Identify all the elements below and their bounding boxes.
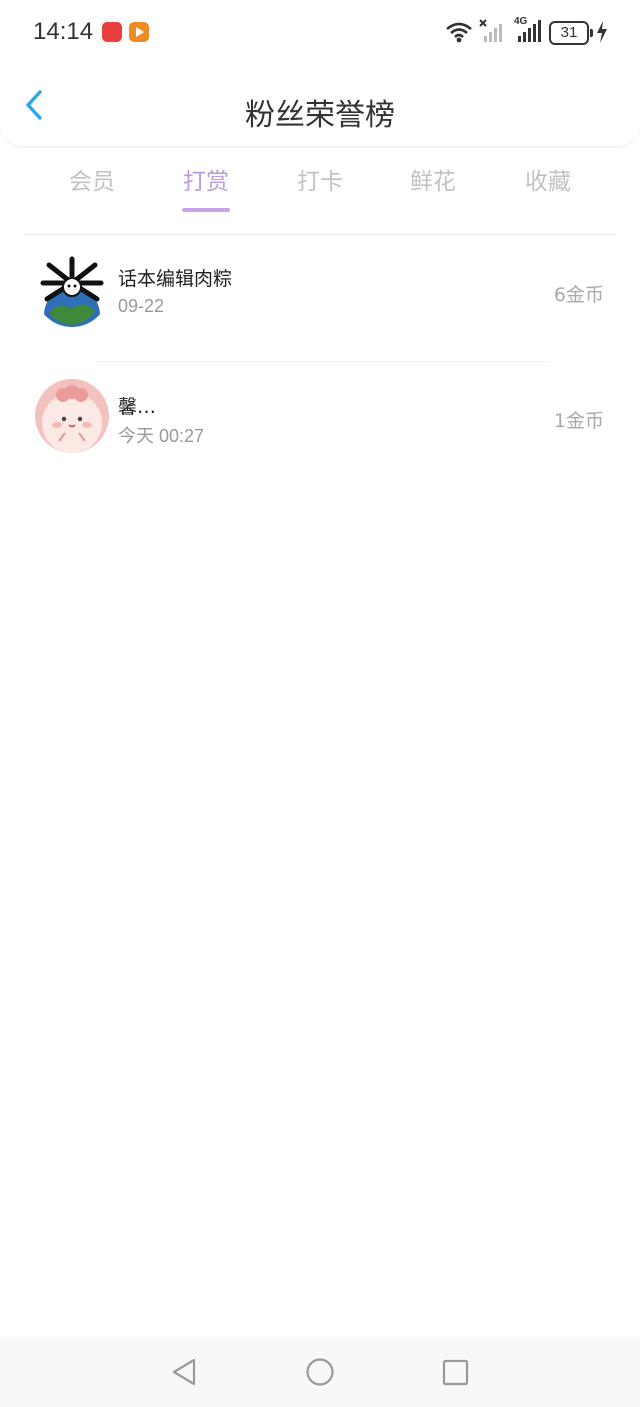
tab-favorites[interactable]: 收藏 [491,160,605,214]
status-time: 14:14 [33,18,94,45]
coin-amount: 6金币 [553,284,604,306]
username: 馨… [118,396,157,418]
video-app-icon [129,22,149,42]
username: 话本编辑肉粽 [118,268,233,290]
active-tab-indicator [182,208,230,212]
page-title: 粉丝荣誉榜 [245,98,395,133]
list-item[interactable]: 话本编辑肉粽 09-22 6金币 [0,236,640,362]
signal-sim1-icon [479,19,502,42]
home-circle-icon[interactable] [305,1357,335,1387]
signal-sim2-icon [518,20,541,42]
tab-reward[interactable]: 打赏 [149,160,263,214]
battery-indicator: 31 [549,21,593,45]
list-item[interactable]: 馨… 今天 00:27 1金币 [0,362,640,488]
shopping-app-icon [102,22,122,42]
recents-square-icon[interactable] [442,1359,470,1387]
reward-date: 今天 00:27 [118,426,205,446]
system-navigation-bar [0,1337,640,1407]
back-triangle-icon[interactable] [170,1357,198,1387]
tab-bar: 会员 打赏 打卡 鲜花 收藏 [0,160,640,220]
avatar [35,379,109,453]
tab-checkin[interactable]: 打卡 [263,160,377,214]
reward-date: 09-22 [118,296,165,316]
wifi-icon [446,22,472,43]
tabs-divider [24,234,616,235]
avatar [35,253,109,327]
status-bar: 14:14 4G 31 [0,0,640,64]
tab-flowers[interactable]: 鲜花 [376,160,490,214]
coin-amount: 1金币 [553,410,604,432]
charging-icon [597,21,607,43]
tab-member[interactable]: 会员 [35,160,149,214]
header: 粉丝荣誉榜 [0,64,640,147]
